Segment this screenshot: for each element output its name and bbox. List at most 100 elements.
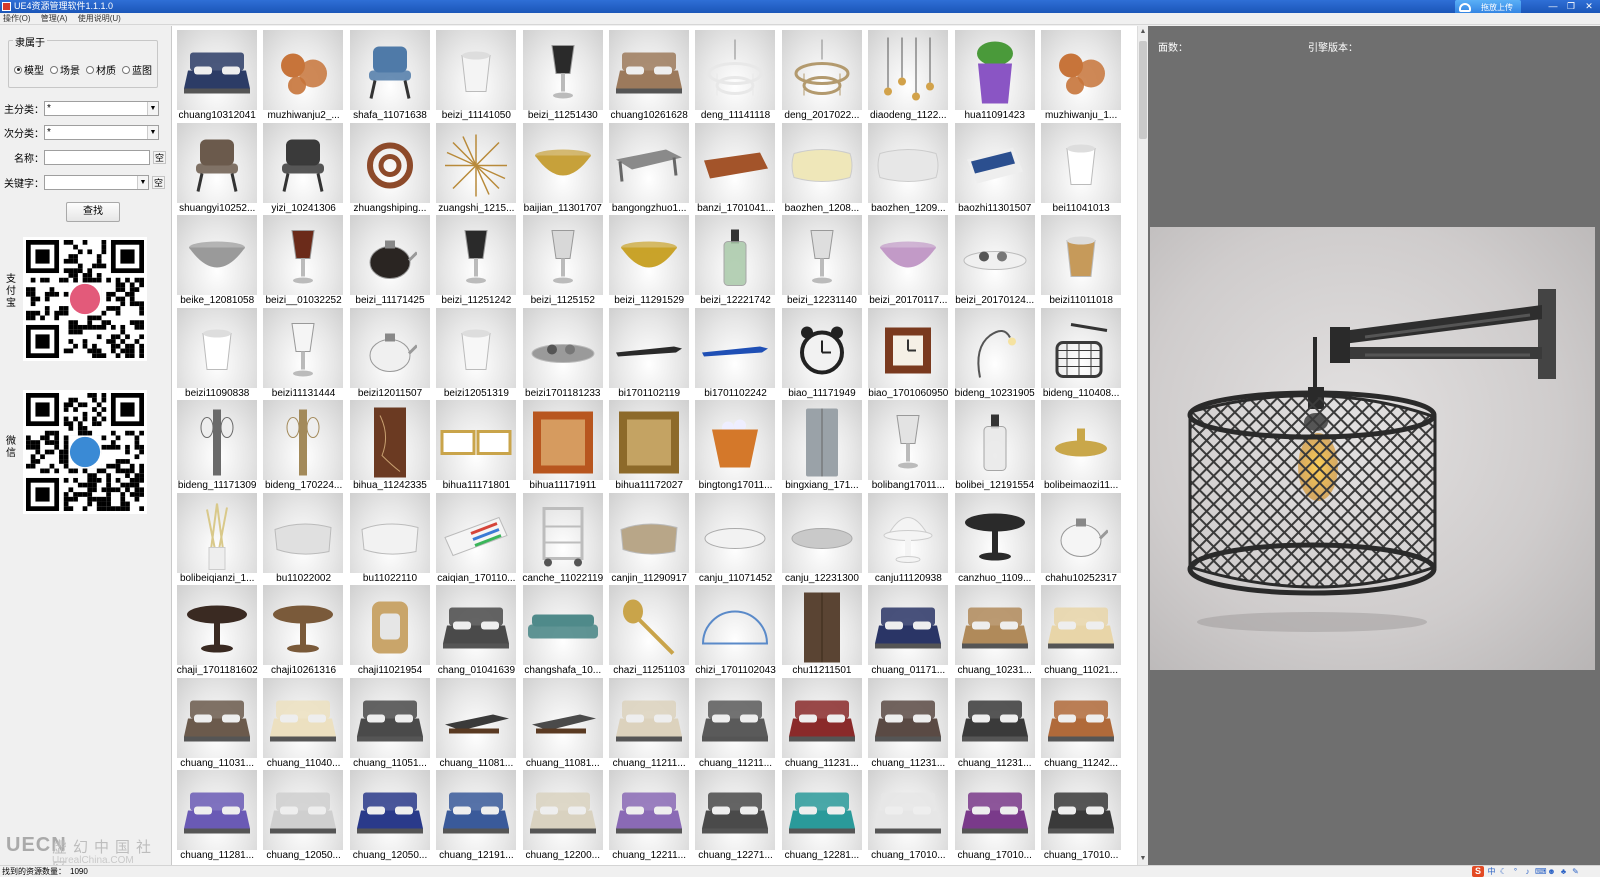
asset-tile[interactable]: beizi_20170124... [952, 213, 1038, 306]
asset-tile[interactable]: beizi__01032252 [260, 213, 346, 306]
asset-tile[interactable]: chuang_01171... [865, 583, 951, 676]
asset-thumbnail[interactable] [1040, 30, 1121, 110]
radio-model[interactable]: 模型 [14, 62, 44, 77]
radio-scene[interactable]: 场景 [50, 62, 80, 77]
asset-tile[interactable]: beizi12051319 [433, 306, 519, 399]
asset-tile[interactable]: deng_11141118 [692, 28, 778, 121]
chevron-down-icon[interactable]: ▼ [137, 176, 148, 189]
asset-tile[interactable]: bei11041013 [1038, 121, 1124, 214]
asset-grid-area[interactable]: chuang10312041 muzhiwanju2_... shafa_11071… [172, 26, 1137, 865]
asset-tile[interactable]: beike_12081058 [174, 213, 260, 306]
asset-tile[interactable]: chuang10312041 [174, 28, 260, 121]
asset-thumbnail[interactable] [522, 215, 603, 295]
asset-tile[interactable]: biao_11171949 [779, 306, 865, 399]
asset-thumbnail[interactable] [781, 400, 862, 480]
asset-tile[interactable]: bideng_110408... [1038, 306, 1124, 399]
asset-thumbnail[interactable] [695, 307, 776, 388]
asset-thumbnail[interactable] [781, 770, 862, 850]
asset-tile[interactable]: chuang_11211... [692, 676, 778, 769]
asset-tile[interactable]: chuang_11231... [952, 676, 1038, 769]
asset-thumbnail[interactable] [1040, 770, 1121, 850]
asset-tile[interactable]: beizi_1125152 [520, 213, 606, 306]
asset-tile[interactable]: bolibang17011... [865, 398, 951, 491]
asset-thumbnail[interactable] [436, 307, 517, 388]
asset-thumbnail[interactable] [349, 770, 430, 850]
user-icon[interactable]: ☻ [1547, 867, 1556, 876]
asset-thumbnail[interactable] [263, 585, 344, 665]
asset-tile[interactable]: biao_1701060950 [865, 306, 951, 399]
asset-tile[interactable]: bideng_170224... [260, 398, 346, 491]
asset-thumbnail[interactable] [608, 492, 689, 573]
asset-thumbnail[interactable] [349, 677, 430, 758]
asset-tile[interactable]: muzhiwanju2_... [260, 28, 346, 121]
asset-tile[interactable]: chuang_11051... [347, 676, 433, 769]
name-input[interactable] [44, 150, 150, 165]
asset-thumbnail[interactable] [349, 307, 430, 388]
asset-tile[interactable]: baozhen_1209... [865, 121, 951, 214]
asset-thumbnail[interactable] [436, 122, 517, 203]
asset-thumbnail[interactable] [522, 30, 603, 110]
asset-tile[interactable]: shuangyi10252... [174, 121, 260, 214]
asset-thumbnail[interactable] [868, 307, 949, 388]
asset-thumbnail[interactable] [695, 400, 776, 480]
punctuation-icon[interactable]: ° [1511, 867, 1520, 876]
clear-name-button[interactable]: 空 [153, 151, 166, 164]
moon-icon[interactable]: ☾ [1499, 867, 1508, 876]
asset-tile[interactable]: chuang_12271... [692, 768, 778, 861]
asset-thumbnail[interactable] [781, 122, 862, 203]
main-category-select[interactable]: * ▼ [44, 101, 159, 116]
asset-tile[interactable]: chang_01041639 [433, 583, 519, 676]
asset-thumbnail[interactable] [781, 677, 862, 758]
asset-tile[interactable]: canju_12231300 [779, 491, 865, 584]
asset-thumbnail[interactable] [522, 400, 603, 480]
sub-category-select[interactable]: * ▼ [44, 125, 159, 140]
asset-thumbnail[interactable] [263, 770, 344, 850]
keyboard-icon[interactable]: ⌨ [1535, 867, 1547, 876]
asset-thumbnail[interactable] [868, 492, 949, 573]
asset-thumbnail[interactable] [349, 215, 430, 295]
asset-tile[interactable]: chuang_12050... [347, 768, 433, 861]
asset-tile[interactable]: hua11091423 [952, 28, 1038, 121]
asset-tile[interactable]: bideng_10231905 [952, 306, 1038, 399]
asset-thumbnail[interactable] [954, 215, 1035, 295]
asset-tile[interactable]: baijian_11301707 [520, 121, 606, 214]
asset-tile[interactable]: chuang_17010... [1038, 768, 1124, 861]
asset-thumbnail[interactable] [868, 30, 949, 110]
asset-thumbnail[interactable] [349, 492, 430, 573]
asset-thumbnail[interactable] [436, 677, 517, 758]
shirt-icon[interactable]: ♣ [1559, 867, 1568, 876]
asset-tile[interactable]: changshafa_10... [520, 583, 606, 676]
asset-thumbnail[interactable] [954, 492, 1035, 573]
microphone-icon[interactable]: ♪ [1523, 867, 1532, 876]
asset-thumbnail[interactable] [177, 122, 257, 203]
asset-tile[interactable]: beizi_20170117... [865, 213, 951, 306]
asset-thumbnail[interactable] [263, 215, 344, 295]
asset-tile[interactable]: chuang_11081... [433, 676, 519, 769]
asset-thumbnail[interactable] [177, 30, 257, 110]
asset-tile[interactable]: bideng_11171309 [174, 398, 260, 491]
wrench-icon[interactable]: ✎ [1571, 867, 1580, 876]
asset-thumbnail[interactable] [522, 770, 603, 850]
asset-thumbnail[interactable] [177, 770, 257, 850]
asset-thumbnail[interactable] [868, 400, 949, 480]
asset-thumbnail[interactable] [868, 770, 949, 850]
asset-tile[interactable]: chu11211501 [779, 583, 865, 676]
asset-thumbnail[interactable] [608, 215, 689, 295]
asset-tile[interactable]: chuang_11021... [1038, 583, 1124, 676]
asset-thumbnail[interactable] [177, 585, 257, 665]
asset-tile[interactable]: bangongzhuo1... [606, 121, 692, 214]
asset-tile[interactable]: deng_2017022... [779, 28, 865, 121]
asset-tile[interactable]: baozhi11301507 [952, 121, 1038, 214]
asset-thumbnail[interactable] [868, 215, 949, 295]
asset-thumbnail[interactable] [608, 585, 689, 665]
asset-thumbnail[interactable] [868, 122, 949, 203]
asset-tile[interactable]: chaji_1701181602 [174, 583, 260, 676]
clear-keyword-button[interactable]: 空 [152, 176, 165, 189]
asset-thumbnail[interactable] [263, 492, 344, 573]
asset-thumbnail[interactable] [608, 122, 689, 203]
asset-thumbnail[interactable] [695, 770, 776, 850]
minimize-button[interactable]: — [1546, 1, 1560, 12]
radio-blueprint[interactable]: 蓝图 [122, 62, 152, 77]
asset-tile[interactable]: beizi_11141050 [433, 28, 519, 121]
asset-tile[interactable]: bu11022002 [260, 491, 346, 584]
